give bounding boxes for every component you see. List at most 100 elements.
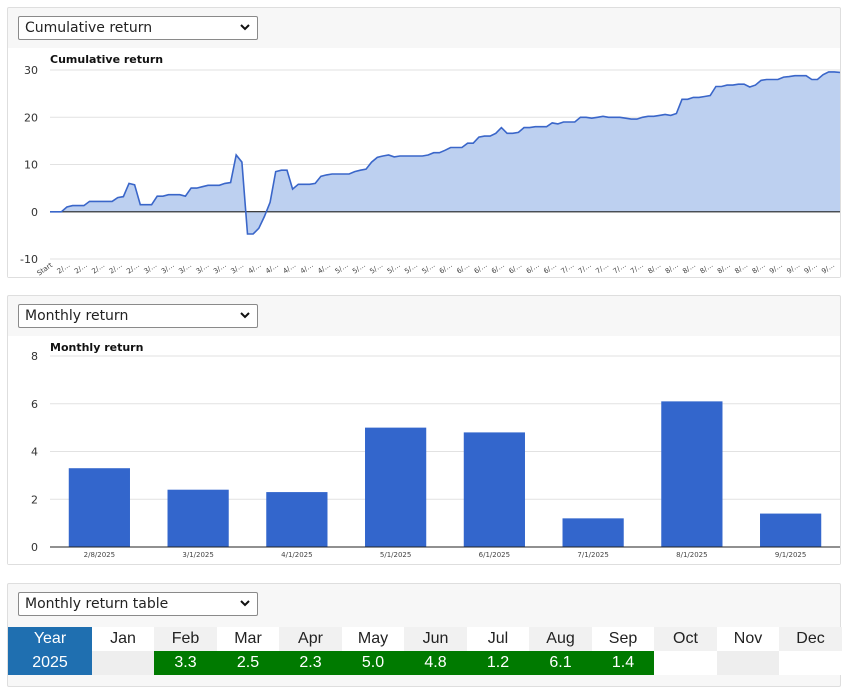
- bar: [463, 432, 525, 547]
- chart-title: Cumulative return: [50, 53, 163, 66]
- x-tick-label: 7/…: [612, 261, 628, 275]
- column-header: Aug: [529, 627, 592, 651]
- x-tick-label: 6/…: [525, 261, 541, 275]
- x-tick-label: 4/…: [264, 261, 280, 275]
- y-tick-label: 8: [31, 350, 38, 363]
- x-tick-label: 8/…: [716, 261, 732, 275]
- x-tick-label: 5/…: [403, 261, 419, 275]
- column-header: Mar: [217, 627, 279, 651]
- x-tick-label: 7/…: [594, 261, 610, 275]
- month-cell: 4.8: [404, 651, 467, 675]
- chart-area: 0 2 4 6 8 Monthly return 2/8/2025 3/1/2025 4/1/2…: [8, 336, 840, 564]
- x-tick-label: 2/…: [125, 261, 141, 275]
- column-header: Jun: [404, 627, 467, 651]
- x-tick-label: 6/1/2025: [479, 551, 510, 559]
- x-tick-label: 4/…: [316, 261, 332, 275]
- x-tick-label: 3/…: [143, 261, 159, 275]
- column-header-year: Year: [8, 627, 92, 651]
- x-tick-label: 2/…: [108, 261, 124, 275]
- x-tick-label: 8/…: [699, 261, 715, 275]
- month-cell: 1.4: [592, 651, 654, 675]
- x-tick-label: 6/…: [542, 261, 558, 275]
- cumulative-return-chart: -100102030Cumulative returnStart 2/… 2/… 2/…: [20, 53, 841, 277]
- x-tick-label: 9/…: [785, 261, 801, 275]
- x-tick-label: 6/…: [490, 261, 506, 275]
- chart-title: Monthly return: [50, 341, 143, 354]
- bar: [365, 427, 427, 547]
- bar: [661, 401, 723, 547]
- x-tick-label: 9/…: [768, 261, 784, 275]
- cumulative-return-panel: Cumulative return -10 0 10 20 30 Cumulative r…: [7, 7, 841, 278]
- y-tick-label: 0: [31, 541, 38, 554]
- y-tick-label: 10: [24, 159, 38, 172]
- x-tick-label: 7/…: [560, 261, 576, 275]
- x-tick-label: 6/…: [455, 261, 471, 275]
- month-cell: [717, 651, 779, 675]
- column-header: Dec: [779, 627, 842, 651]
- y-tick-label: 4: [31, 446, 38, 459]
- monthly-return-chart: 0 2 4 6 8 Monthly return 2/8/2025 3/1/2025 4/1/2…: [31, 341, 840, 559]
- x-tick-label: 8/…: [664, 261, 680, 275]
- y-tick-label: -10: [20, 253, 38, 266]
- table-header-row: Year Jan Feb Mar Apr May Jun Jul Aug Sep…: [8, 627, 842, 651]
- column-header: Apr: [279, 627, 342, 651]
- x-tick-label: 6/…: [473, 261, 489, 275]
- month-cell: [779, 651, 842, 675]
- x-tick-label: 9/…: [803, 261, 819, 275]
- x-tick-label: 8/…: [733, 261, 749, 275]
- month-cell: [92, 651, 154, 675]
- x-tick-label: 5/1/2025: [380, 551, 411, 559]
- x-tick-label: 3/…: [195, 261, 211, 275]
- x-tick-label: 3/…: [177, 261, 193, 275]
- year-cell: 2025: [8, 651, 92, 675]
- chart-type-select[interactable]: Monthly return: [18, 304, 258, 328]
- column-header: Sep: [592, 627, 654, 651]
- x-tick-label: Start: [36, 261, 55, 277]
- panel-header: Monthly return table: [8, 584, 840, 624]
- x-tick-label: 7/…: [577, 261, 593, 275]
- x-tick-label: 8/…: [681, 261, 697, 275]
- select-value: Monthly return: [25, 308, 129, 324]
- x-tick-label: 4/…: [247, 261, 263, 275]
- month-cell: 2.5: [217, 651, 279, 675]
- column-header: Nov: [717, 627, 779, 651]
- chart-type-select[interactable]: Cumulative return: [18, 16, 258, 40]
- x-tick-label: 3/1/2025: [182, 551, 213, 559]
- chart-type-select[interactable]: Monthly return table: [18, 592, 258, 616]
- month-cell: 6.1: [529, 651, 592, 675]
- column-header: May: [342, 627, 404, 651]
- month-cell: 5.0: [342, 651, 404, 675]
- y-tick-label: 20: [24, 111, 38, 124]
- y-tick-label: 30: [24, 64, 38, 77]
- month-cell: 3.3: [154, 651, 217, 675]
- x-tick-label: 7/…: [629, 261, 645, 275]
- chevron-down-icon: [240, 24, 250, 31]
- x-tick-label: 3/…: [212, 261, 228, 275]
- x-tick-label: 3/…: [229, 261, 245, 275]
- x-tick-label: 2/8/2025: [84, 551, 115, 559]
- y-tick-label: 6: [31, 398, 38, 411]
- column-header: Jan: [92, 627, 154, 651]
- month-cell: 2.3: [279, 651, 342, 675]
- chevron-down-icon: [240, 312, 250, 319]
- chevron-down-icon: [240, 600, 250, 607]
- x-tick-label: 2/…: [73, 261, 89, 275]
- column-header: Feb: [154, 627, 217, 651]
- panel-header: Cumulative return: [8, 8, 840, 48]
- y-tick-label: 0: [31, 206, 38, 219]
- month-cell: 1.2: [467, 651, 529, 675]
- column-header: Oct: [654, 627, 717, 651]
- select-value: Monthly return table: [25, 596, 169, 612]
- monthly-return-panel: Monthly return 0 2 4 6 8 Monthly return 2/8/20…: [7, 295, 841, 565]
- x-tick-label: 5/…: [421, 261, 437, 275]
- bar: [167, 489, 229, 547]
- x-tick-label: 9/1/2025: [775, 551, 806, 559]
- x-tick-label: 6/…: [438, 261, 454, 275]
- x-tick-label: 4/1/2025: [281, 551, 312, 559]
- monthly-return-table-panel: Monthly return table Year Jan Feb Mar Ap…: [7, 583, 842, 687]
- table-row: 2025 3.3 2.5 2.3 5.0 4.8 1.2 6.1 1.4: [8, 651, 842, 675]
- area-fill: [50, 71, 840, 235]
- x-tick-label: 5/…: [386, 261, 402, 275]
- select-value: Cumulative return: [25, 20, 153, 36]
- bar: [760, 513, 822, 547]
